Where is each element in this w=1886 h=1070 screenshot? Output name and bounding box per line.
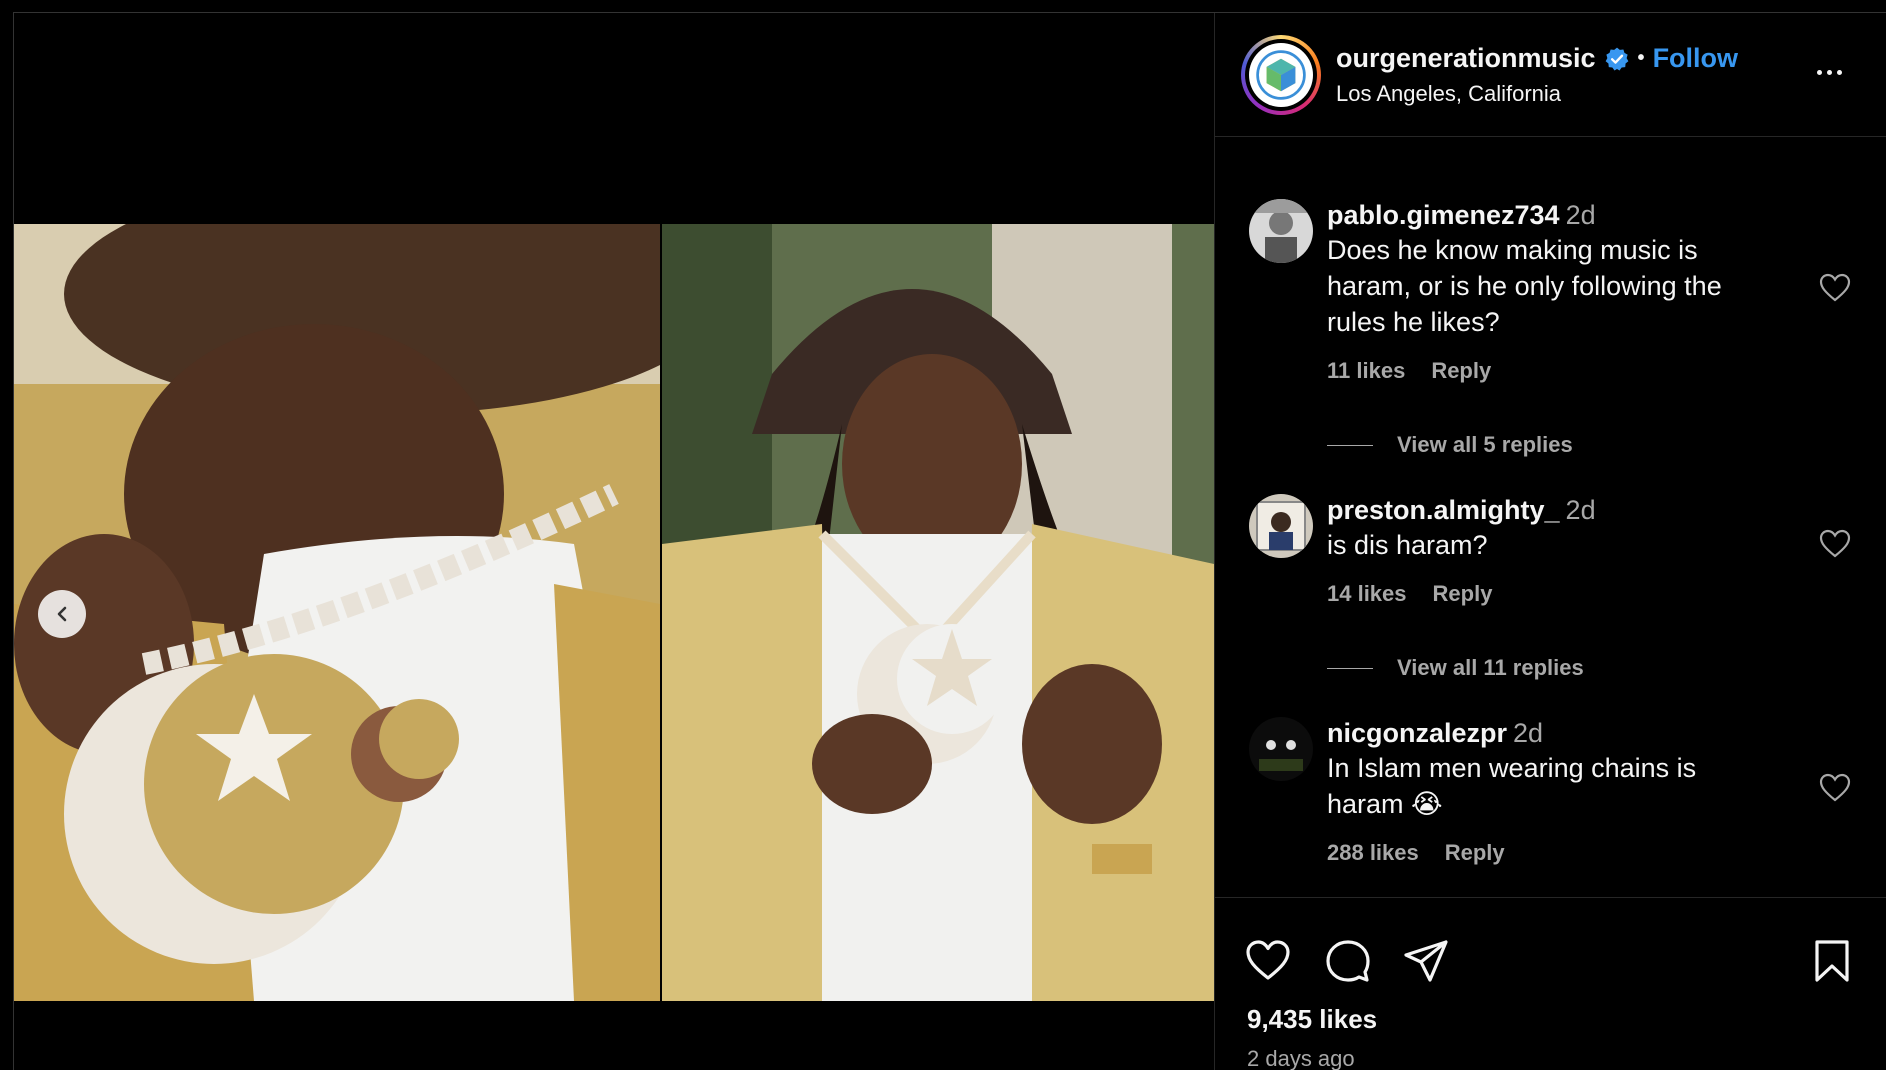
reply-button[interactable]: Reply — [1433, 581, 1493, 607]
post-header: ourgenerationmusic • Follow Los Angeles,… — [1215, 13, 1886, 137]
follow-button[interactable]: Follow — [1653, 43, 1738, 74]
previous-photo-button[interactable] — [38, 590, 86, 638]
reply-button[interactable]: Reply — [1445, 840, 1505, 866]
view-replies-button[interactable]: View all 5 replies — [1327, 432, 1573, 458]
post-photo-right — [662, 224, 1214, 1001]
comment-username[interactable]: pablo.gimenez734 — [1327, 200, 1560, 230]
author-avatar[interactable] — [1241, 35, 1321, 115]
photo-portrait — [662, 224, 1214, 1001]
bookmark-icon[interactable] — [1809, 938, 1855, 984]
post-photo-left — [14, 224, 660, 1001]
comment-text-line: haram, or is he only following the — [1327, 271, 1722, 301]
comments-list: pablo.gimenez734 2d Does he know making m… — [1215, 138, 1886, 900]
comment-username[interactable]: nicgonzalezpr — [1327, 718, 1507, 748]
post-side-panel: ourgenerationmusic • Follow Los Angeles,… — [1214, 13, 1886, 1070]
post-timestamp: 2 days ago — [1247, 1046, 1355, 1070]
comment-likes[interactable]: 288 likes — [1327, 840, 1419, 866]
comment-likes[interactable]: 11 likes — [1327, 358, 1405, 384]
comment-time: 2d — [1565, 200, 1596, 230]
post-actions-bar: 9,435 likes 2 days ago — [1215, 897, 1886, 1070]
comment-username[interactable]: preston.almighty_ — [1327, 495, 1560, 525]
comment-text-line: Does he know making music is — [1327, 235, 1698, 265]
share-icon[interactable] — [1403, 938, 1449, 984]
view-replies-button[interactable]: View all 11 replies — [1327, 655, 1584, 681]
comment-icon[interactable] — [1325, 938, 1371, 984]
verified-badge-icon — [1605, 47, 1628, 70]
comment-text-line: rules he likes? — [1327, 307, 1500, 337]
comment-text-line: haram 😭 — [1327, 789, 1443, 819]
comment-text-line: In Islam men wearing chains is — [1327, 753, 1697, 783]
reply-button[interactable]: Reply — [1431, 358, 1491, 384]
heart-icon[interactable] — [1819, 273, 1851, 303]
more-options-icon[interactable] — [1809, 57, 1849, 87]
comment-time: 2d — [1513, 718, 1544, 748]
comment-likes[interactable]: 14 likes — [1327, 581, 1407, 607]
post-media — [14, 13, 1214, 1070]
photo-closeup-pendant — [14, 224, 660, 1001]
brand-logo-icon — [1256, 50, 1306, 100]
chevron-left-icon — [57, 606, 67, 622]
commenter-avatar[interactable] — [1249, 494, 1313, 558]
post-location[interactable]: Los Angeles, California — [1336, 81, 1561, 107]
post-likes-count[interactable]: 9,435 likes — [1247, 1004, 1377, 1035]
commenter-avatar[interactable] — [1249, 199, 1313, 263]
view-replies-label[interactable]: View all 5 replies — [1397, 432, 1573, 458]
heart-icon[interactable] — [1245, 938, 1291, 984]
separator-dot: • — [1637, 47, 1645, 69]
commenter-avatar[interactable] — [1249, 717, 1313, 781]
heart-icon[interactable] — [1819, 773, 1851, 803]
heart-icon[interactable] — [1819, 529, 1851, 559]
comment-text-line: is dis haram? — [1327, 530, 1488, 560]
author-username[interactable]: ourgenerationmusic — [1336, 43, 1596, 74]
comment-time: 2d — [1565, 495, 1596, 525]
view-replies-label[interactable]: View all 11 replies — [1397, 655, 1584, 681]
